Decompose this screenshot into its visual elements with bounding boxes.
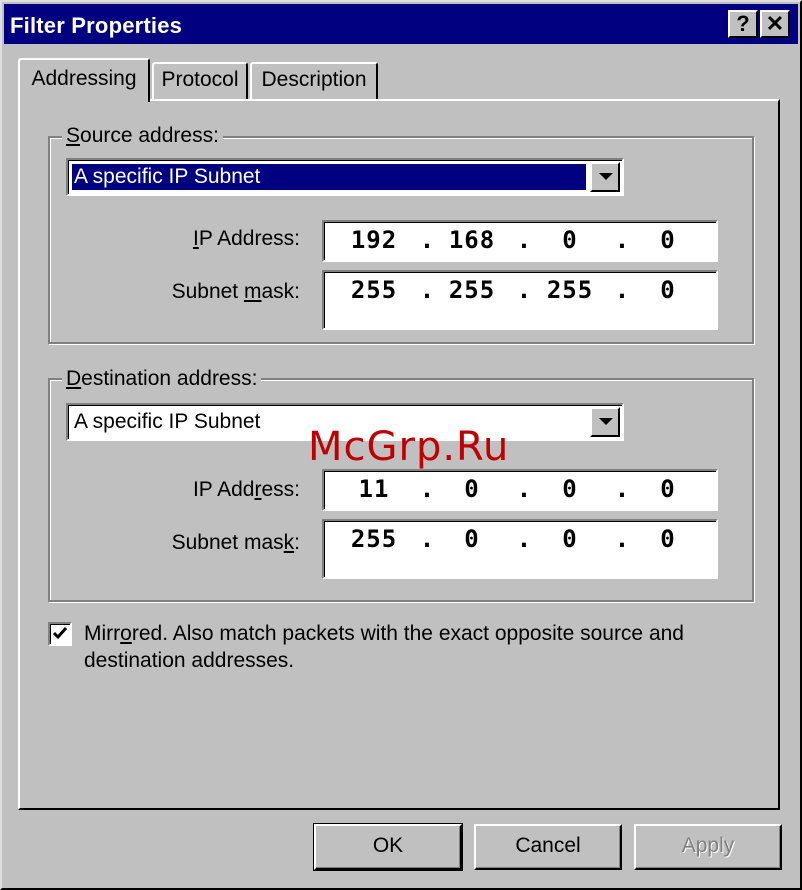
window-title: Filter Properties [10, 13, 183, 38]
cancel-button[interactable]: Cancel [474, 824, 622, 870]
source-address-type-select[interactable]: A specific IP Subnet [66, 158, 624, 196]
checkmark-icon [52, 627, 68, 640]
destination-ip-octet-3[interactable]: 0 [540, 475, 600, 503]
destination-ip-octet-1[interactable]: 11 [344, 475, 404, 503]
source-mask-label: Subnet mask: [172, 280, 300, 304]
source-mask-octet-3[interactable]: 255 [540, 276, 600, 304]
destination-ip-label-pre: IP Add [192, 478, 255, 501]
source-mask-label-post: ask: [261, 280, 300, 303]
destination-mask-label-pre: Subnet mas [171, 531, 284, 554]
source-ip-octet-3[interactable]: 0 [540, 226, 600, 254]
ip-separator: . [516, 475, 532, 503]
help-icon: ? [736, 11, 750, 36]
chevron-down-icon[interactable] [590, 162, 620, 192]
mirrored-checkbox[interactable] [48, 622, 72, 646]
close-button[interactable]: ✕ [760, 10, 790, 38]
source-legend-mnemonic: S [66, 124, 81, 147]
mirrored-label[interactable]: Mirrored. Also match packets with the ex… [84, 620, 744, 674]
tab-description[interactable]: Description [250, 62, 378, 100]
destination-address-legend: Destination address: [62, 367, 262, 391]
tab-addressing[interactable]: Addressing [18, 58, 150, 102]
source-ip-octet-4[interactable]: 0 [638, 226, 698, 254]
ip-separator: . [614, 475, 630, 503]
source-address-legend: Source address: [62, 124, 223, 148]
ip-separator: . [419, 226, 435, 254]
destination-mask-octet-3[interactable]: 0 [540, 525, 600, 553]
destination-ip-label: IP Address: [193, 478, 300, 502]
source-mask-octet-1[interactable]: 255 [344, 276, 404, 304]
tab-protocol[interactable]: Protocol [152, 62, 248, 100]
source-ip-label: IP Address: [193, 227, 300, 251]
ok-button[interactable]: OK [313, 823, 463, 871]
ip-separator: . [614, 276, 630, 304]
destination-ip-label-post: ess: [261, 478, 300, 501]
destination-mask-input[interactable]: 255 . 0 . 0 . 0 [322, 519, 718, 579]
source-mask-label-mnemonic: m [243, 280, 262, 303]
ip-separator: . [516, 525, 532, 553]
apply-button[interactable]: Apply [634, 824, 782, 870]
destination-mask-octet-1[interactable]: 255 [344, 525, 404, 553]
help-button[interactable]: ? [728, 10, 758, 38]
destination-mask-label-post: : [294, 531, 300, 554]
destination-mask-octet-4[interactable]: 0 [638, 525, 698, 553]
destination-legend-mnemonic: D [66, 367, 82, 390]
destination-ip-input[interactable]: 11 . 0 . 0 . 0 [322, 469, 718, 511]
source-mask-label-pre: Subnet [171, 280, 244, 303]
close-icon: ✕ [765, 11, 785, 36]
destination-mask-label: Subnet mask: [172, 531, 300, 555]
ip-separator: . [614, 525, 630, 553]
source-ip-input[interactable]: 192 . 168 . 0 . 0 [322, 220, 718, 262]
source-mask-octet-4[interactable]: 0 [638, 276, 698, 304]
chevron-down-icon[interactable] [590, 407, 620, 437]
source-ip-octet-2[interactable]: 168 [442, 226, 502, 254]
source-ip-octet-1[interactable]: 192 [344, 226, 404, 254]
ip-separator: . [419, 276, 435, 304]
source-address-type-value: A specific IP Subnet [72, 164, 586, 190]
source-ip-label-post: P Address: [198, 227, 300, 250]
source-mask-input[interactable]: 255 . 255 . 255 . 0 [322, 270, 718, 330]
ip-separator: . [516, 276, 532, 304]
mirrored-label-mnemonic: o [120, 622, 132, 645]
mirrored-label-pre: Mirr [84, 622, 121, 645]
ip-separator: . [516, 226, 532, 254]
destination-legend-text-post: estination address: [81, 367, 258, 390]
source-legend-text-post: ource address: [80, 124, 219, 147]
source-mask-octet-2[interactable]: 255 [442, 276, 502, 304]
destination-mask-label-mnemonic: k [283, 531, 295, 554]
destination-ip-octet-4[interactable]: 0 [638, 475, 698, 503]
ip-separator: . [614, 226, 630, 254]
watermark: McGrp.Ru [308, 424, 510, 470]
title-bar: Filter Properties ? ✕ [4, 4, 798, 44]
ip-separator: . [419, 475, 435, 503]
ip-separator: . [419, 525, 435, 553]
destination-ip-octet-2[interactable]: 0 [442, 475, 502, 503]
mirrored-label-post: red. Also match packets with the exact o… [84, 622, 684, 672]
destination-mask-octet-2[interactable]: 0 [442, 525, 502, 553]
